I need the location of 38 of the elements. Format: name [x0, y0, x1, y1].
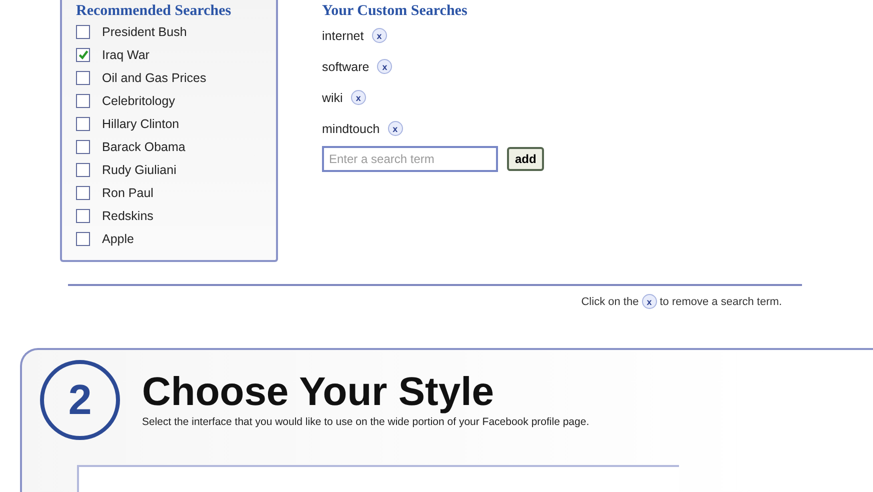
help-text: to remove a search term. [660, 296, 782, 308]
checkbox-label: Apple [102, 232, 134, 246]
checkbox-label: Celebritology [102, 94, 175, 108]
search-field[interactable]: Enter a search term [322, 146, 498, 172]
step-subtitle: Select the interface that you would like to use on the wide portion of your Facebook profile page. [142, 416, 590, 428]
checkbox-label: Redskins [102, 208, 154, 222]
add-button[interactable]: add [507, 147, 544, 171]
checkbox-label: President Bush [102, 24, 187, 38]
search-term: internet [322, 28, 364, 42]
step-number: 2 [40, 360, 120, 440]
checkbox[interactable] [76, 94, 90, 108]
search-term: mindtouch [322, 122, 380, 136]
checkbox[interactable] [76, 140, 90, 154]
checkbox[interactable] [76, 186, 90, 200]
remove-button[interactable]: x [350, 90, 366, 105]
checkbox-label: Oil and Gas Prices [102, 70, 206, 84]
checkbox[interactable] [76, 116, 90, 130]
checkbox-label: Hillary Clinton [102, 116, 180, 130]
help-text: Click on the [581, 296, 639, 308]
remove-button[interactable]: x [372, 28, 387, 43]
checkbox[interactable] [76, 232, 90, 246]
remove-button[interactable]: x [377, 59, 392, 74]
remove-button[interactable]: x [388, 121, 403, 136]
step-title: Choose Your Style [142, 370, 495, 414]
checkbox[interactable] [76, 162, 90, 176]
remove-icon: x [642, 294, 657, 309]
checkbox-label: Rudy Giuliani [102, 162, 176, 176]
checkbox-label: Iraq War [102, 48, 150, 62]
checkbox[interactable] [76, 48, 90, 62]
panel-title: Recommended Searches [76, 3, 232, 20]
checkbox-label: Ron Paul [102, 186, 154, 200]
search-term: software [322, 60, 370, 74]
checkbox[interactable] [76, 208, 90, 222]
search-term: wiki [322, 90, 343, 104]
checkbox[interactable] [76, 24, 90, 38]
checkbox-label: Barack Obama [102, 140, 186, 154]
checkbox[interactable] [76, 70, 90, 84]
section-title: Your Custom Searches [322, 3, 468, 20]
